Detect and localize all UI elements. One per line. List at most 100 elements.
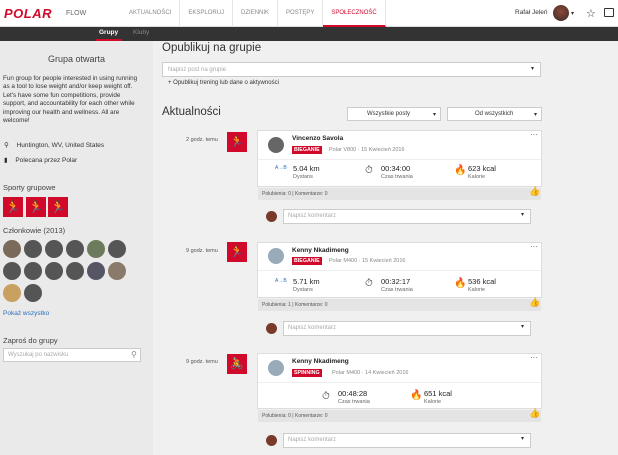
duration-value: 00:34:00: [381, 164, 411, 173]
message-icon[interactable]: [604, 8, 614, 17]
running-icon[interactable]: 🏃: [3, 197, 23, 217]
thumbs-up-icon[interactable]: 👍: [529, 297, 540, 308]
more-icon[interactable]: ···: [530, 242, 538, 251]
group-description: Fun group for people interested in using…: [3, 75, 138, 125]
invite-search-input[interactable]: Wyszukaj po nazwisku: [3, 348, 141, 362]
duration-label: Czas trwania: [381, 287, 413, 293]
distance-icon: A→B: [275, 278, 287, 284]
calories-value: 623 kcal: [468, 164, 496, 173]
star-icon[interactable]: ☆: [586, 7, 596, 20]
filter-author-select[interactable]: Od wszystkich ▾: [447, 107, 542, 121]
duration-value: 00:32:17: [381, 277, 411, 286]
post-author[interactable]: Vincenzo Savola: [292, 135, 343, 142]
polar-logo[interactable]: POLAR: [4, 6, 52, 21]
treadmill-icon[interactable]: 🏃: [48, 197, 68, 217]
member-avatar[interactable]: [45, 240, 63, 258]
device-name: Polar M400 · 14 Kwiecień 2016: [332, 370, 409, 376]
comment-input[interactable]: Napisz komentarz: [283, 209, 531, 224]
show-all-link[interactable]: Pokaż wszystko: [3, 310, 49, 317]
user-avatar[interactable]: [553, 5, 569, 21]
member-avatar[interactable]: [24, 284, 42, 302]
search-icon[interactable]: ⚲: [131, 350, 137, 359]
chevron-down-icon[interactable]: ▾: [531, 65, 534, 72]
device-name: Polar M400 · 15 Kwiecień 2016: [329, 258, 406, 264]
nav-eksploruj[interactable]: EKSPLORUJ: [180, 0, 234, 27]
post-date: 15 Kwiecień 2016: [361, 147, 405, 153]
distance-value: 5.71 km: [293, 277, 320, 286]
post-date: 14 Kwiecień 2016: [365, 370, 409, 376]
flame-icon: 🔥: [410, 390, 423, 401]
duration-label: Czas trwania: [338, 399, 370, 405]
commenter-avatar: [266, 211, 277, 222]
group-sports-title: Sporty grupowe: [3, 183, 56, 192]
nav-spolecznosc[interactable]: SPOŁECZNOŚĆ: [323, 0, 386, 27]
filter-author-value: Od wszystkich: [475, 111, 514, 117]
stopwatch-icon: ⏱: [365, 165, 373, 176]
members-title: Członkowie (2013): [3, 226, 66, 235]
member-avatar[interactable]: [87, 240, 105, 258]
member-avatar[interactable]: [108, 262, 126, 280]
group-location: ⚲ Huntington, WV, United States: [4, 141, 104, 149]
comment-input[interactable]: Napisz komentarz: [283, 321, 531, 336]
chevron-down-icon[interactable]: ▾: [521, 323, 524, 330]
commenter-avatar: [266, 323, 277, 334]
nav-dziennik[interactable]: DZIENNIK: [233, 0, 279, 27]
more-icon[interactable]: ···: [530, 130, 538, 139]
post-author[interactable]: Kenny Nkadimeng: [292, 358, 349, 365]
sub-nav: Grupy Kluby: [0, 27, 618, 41]
member-avatar[interactable]: [3, 262, 21, 280]
duration-label: Czas trwania: [381, 174, 413, 180]
sport-badge: BIEGANIE: [292, 257, 322, 265]
divider: [258, 270, 541, 271]
more-icon[interactable]: ···: [530, 353, 538, 362]
calories-label: Kalorie: [468, 174, 486, 180]
likes-count[interactable]: Polubienia: 0 | Komentarze: 0: [258, 410, 541, 422]
recommended: ▮ Polecana przez Polar: [4, 156, 77, 164]
group-post-input[interactable]: Napisz post na grupie: [162, 62, 541, 77]
member-avatar[interactable]: [66, 262, 84, 280]
chevron-down-icon: ▾: [533, 112, 537, 118]
user-avatar[interactable]: [268, 360, 284, 376]
share-training-link[interactable]: + Opublikuj trening lub dane o aktywnośc…: [168, 80, 279, 86]
location-text: Huntington, WV, United States: [16, 142, 105, 149]
flow-label[interactable]: FLOW: [66, 10, 86, 17]
stopwatch-icon: ⏱: [322, 391, 330, 402]
chevron-down-icon[interactable]: ▾: [571, 10, 574, 17]
running-icon: 🏃: [227, 132, 247, 152]
member-avatar[interactable]: [3, 240, 21, 258]
comment-input[interactable]: Napisz komentarz: [283, 433, 531, 448]
chevron-down-icon[interactable]: ▾: [521, 211, 524, 218]
member-avatar[interactable]: [87, 262, 105, 280]
tab-grupy[interactable]: Grupy: [99, 29, 118, 36]
user-avatar[interactable]: [268, 137, 284, 153]
member-avatar[interactable]: [45, 262, 63, 280]
thumbs-up-icon[interactable]: 👍: [529, 186, 540, 197]
top-bar: POLAR FLOW AKTUALNOŚCI EKSPLORUJ DZIENNI…: [0, 0, 618, 27]
user-name[interactable]: Rafał Jeleń: [515, 9, 548, 16]
group-type-title: Grupa otwarta: [47, 54, 106, 64]
member-avatar[interactable]: [108, 240, 126, 258]
filter-posts-select[interactable]: Wszystkie posty ▾: [347, 107, 441, 121]
post-time: 9 godz. temu: [186, 248, 218, 254]
distance-label: Dystans: [293, 174, 313, 180]
post-author[interactable]: Kenny Nkadimeng: [292, 247, 349, 254]
user-avatar[interactable]: [268, 248, 284, 264]
member-avatar[interactable]: [66, 240, 84, 258]
running-icon[interactable]: 🏃: [26, 197, 46, 217]
distance-icon: A→B: [275, 165, 287, 171]
chevron-down-icon[interactable]: ▾: [521, 435, 524, 442]
member-avatar[interactable]: [24, 240, 42, 258]
likes-count[interactable]: Polubienia: 1 | Komentarze: 0: [258, 299, 541, 311]
tab-kluby[interactable]: Kluby: [133, 29, 149, 36]
member-avatar[interactable]: [3, 284, 21, 302]
page-title: Opublikuj na grupie: [162, 42, 262, 54]
likes-count[interactable]: Polubienia: 0 | Komentarze: 0: [258, 188, 541, 200]
calories-label: Kalorie: [424, 399, 442, 405]
device-text: Polar V800: [329, 147, 357, 153]
thumbs-up-icon[interactable]: 👍: [529, 408, 540, 419]
nav-postepy[interactable]: POSTĘPY: [278, 0, 324, 27]
nav-aktualnosci[interactable]: AKTUALNOŚCI: [121, 0, 181, 27]
member-avatar[interactable]: [24, 262, 42, 280]
calories-value: 651 kcal: [424, 389, 452, 398]
invite-title: Zaproś do grupy: [3, 336, 58, 345]
